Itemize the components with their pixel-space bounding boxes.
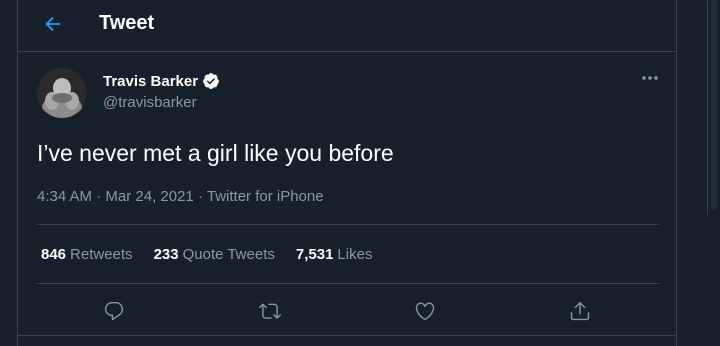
retweets-label: Retweets [70, 246, 133, 263]
arrow-left-icon [45, 16, 61, 32]
tweet-time[interactable]: 4:34 AM [37, 188, 92, 205]
reply-icon [104, 302, 124, 321]
tweet-column: Tweet Travis Barker @travisbarker I’ve n… [17, 0, 677, 346]
divider [37, 224, 659, 225]
likes-stat[interactable]: 7,531 Likes [296, 246, 373, 263]
divider [18, 335, 676, 336]
left-gutter [0, 0, 17, 346]
quote-tweets-count: 233 [153, 246, 179, 263]
page-title: Tweet [99, 12, 155, 34]
tweet-actions [18, 296, 676, 326]
quote-tweets-label: Quote Tweets [182, 246, 275, 263]
tweet-meta: 4:34 AM · Mar 24, 2021 · Twitter for iPh… [37, 188, 324, 205]
like-button[interactable] [410, 296, 440, 326]
author-handle[interactable]: @travisbarker [103, 94, 197, 111]
tweet-date[interactable]: Mar 24, 2021 [105, 188, 193, 205]
scrollbar[interactable] [707, 0, 720, 215]
author-name-row[interactable]: Travis Barker [103, 72, 220, 90]
divider [37, 283, 659, 284]
reply-button[interactable] [99, 296, 129, 326]
scrollbar-thumb[interactable] [711, 0, 717, 210]
avatar-image [37, 68, 87, 118]
tweet-text: I’ve never met a girl like you before [37, 140, 394, 166]
tweet-source[interactable]: Twitter for iPhone [207, 188, 324, 205]
avatar[interactable] [37, 68, 87, 118]
share-icon [570, 302, 590, 321]
retweets-count: 846 [41, 246, 67, 263]
meta-separator: · [96, 188, 106, 205]
more-options-button[interactable] [638, 68, 662, 88]
share-button[interactable] [565, 296, 595, 326]
like-icon [415, 302, 435, 320]
page-header: Tweet [18, 0, 676, 52]
meta-separator: · [197, 188, 207, 205]
likes-label: Likes [337, 246, 373, 263]
more-horizontal-icon [642, 76, 658, 80]
verified-badge-icon [202, 72, 220, 90]
retweet-icon [259, 303, 281, 319]
likes-count: 7,531 [295, 246, 334, 263]
tweet-stats: 846 Retweets 233 Quote Tweets 7,531 Likes [41, 246, 393, 263]
retweets-stat[interactable]: 846 Retweets [41, 246, 133, 263]
author-name[interactable]: Travis Barker [103, 73, 198, 90]
back-button[interactable] [40, 11, 66, 37]
retweet-button[interactable] [255, 296, 285, 326]
quote-tweets-stat[interactable]: 233 Quote Tweets [154, 246, 275, 263]
